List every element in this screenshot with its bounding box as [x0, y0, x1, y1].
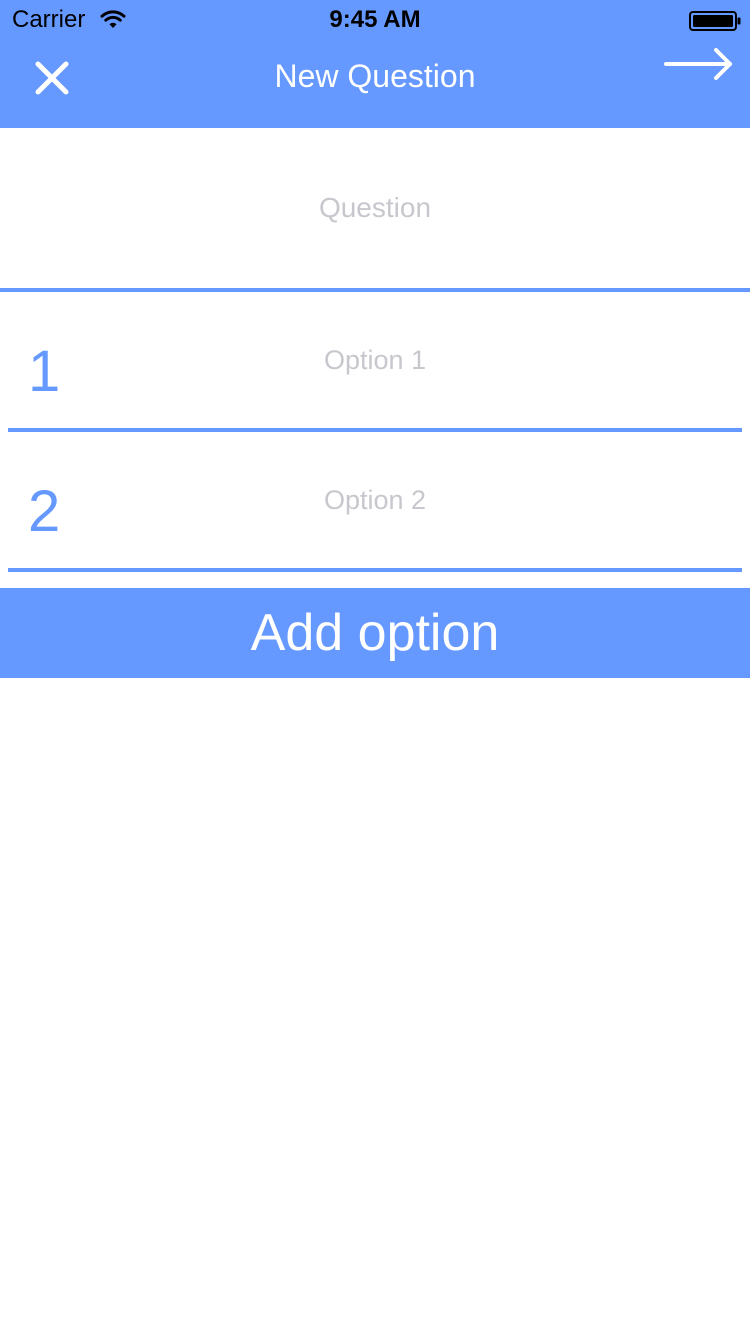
- option-row-1: 1: [0, 292, 750, 428]
- option-divider-2: [8, 568, 742, 572]
- question-input[interactable]: [0, 128, 750, 288]
- close-icon: [35, 61, 69, 95]
- close-button[interactable]: [22, 46, 82, 106]
- next-button[interactable]: [660, 40, 740, 90]
- option-input-1[interactable]: [0, 292, 750, 428]
- status-bar: Carrier 9:45 AM: [0, 0, 750, 40]
- option-input-2[interactable]: [0, 432, 750, 568]
- option-number-1: 1: [28, 339, 61, 404]
- page-title: New Question: [274, 58, 476, 94]
- status-time: 9:45 AM: [329, 6, 421, 33]
- arrow-right-icon: [664, 48, 732, 80]
- battery-icon: [689, 11, 741, 31]
- option-number-2: 2: [28, 479, 61, 544]
- option-row-2: 2: [0, 432, 750, 568]
- add-option-button[interactable]: Add option: [0, 588, 750, 678]
- header: Carrier 9:45 AM New Question: [0, 0, 750, 128]
- nav-bar: New Question: [0, 40, 750, 128]
- question-area: [0, 128, 750, 288]
